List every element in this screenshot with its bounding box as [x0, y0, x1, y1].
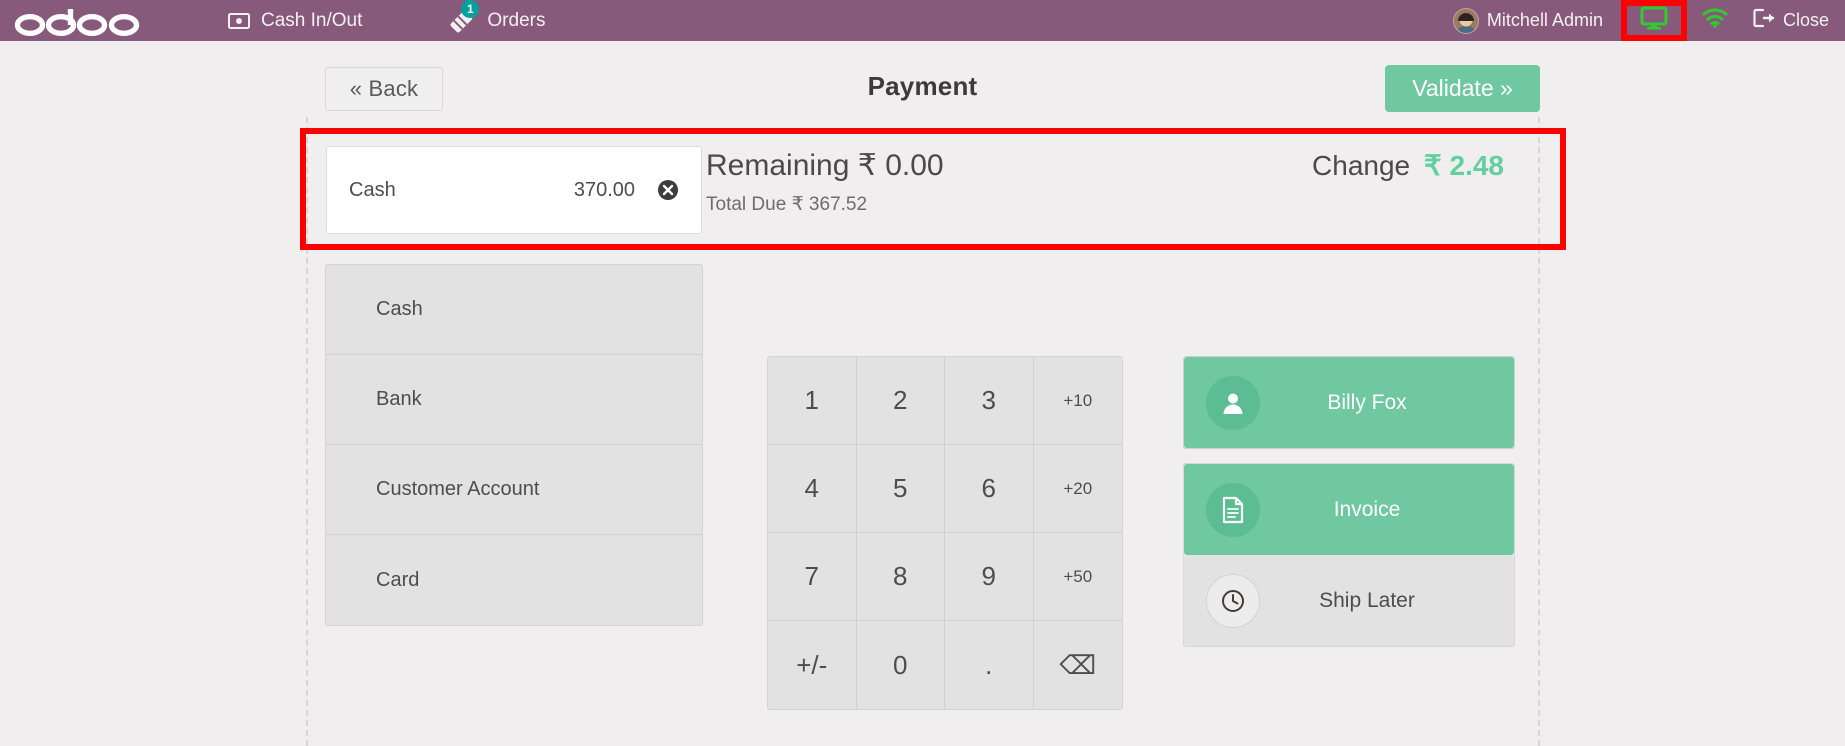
change-label: Change [1312, 150, 1411, 181]
total-due-value: ₹ 367.52 [791, 194, 868, 215]
totals-block: Remaining ₹ 0.00 Change ₹ 2.48 Total Due… [682, 134, 1538, 246]
payment-method-bank[interactable]: Bank [326, 355, 702, 445]
person-icon [1206, 375, 1260, 430]
numpad-key-2[interactable]: 2 [856, 357, 945, 445]
payment-method-customer-account[interactable]: Customer Account [326, 445, 702, 535]
display-monitor-icon [1640, 6, 1668, 35]
document-icon [1206, 482, 1260, 537]
numpad-key-0[interactable]: 0 [856, 621, 945, 709]
numpad-key-1[interactable]: 1 [768, 357, 857, 445]
invoice-label: Invoice [1333, 497, 1401, 521]
orders-count-badge: 1 [461, 0, 480, 18]
payment-lines-list: Cash 370.00 [306, 134, 702, 246]
numpad-key-backspace[interactable]: ⌫ [1033, 621, 1122, 709]
user-name-label: Mitchell Admin [1486, 10, 1603, 30]
numpad-key-6[interactable]: 6 [945, 445, 1034, 533]
numpad-key-9[interactable]: 9 [945, 533, 1034, 621]
customer-button[interactable]: Billy Fox [1184, 357, 1514, 448]
remaining-label: Remaining [706, 149, 850, 182]
validate-button[interactable]: Validate » [1385, 65, 1540, 112]
ship-later-button[interactable]: Ship Later [1184, 555, 1514, 646]
banknote-icon [228, 12, 250, 29]
numpad-key-7[interactable]: 7 [768, 533, 857, 621]
odoo-logo[interactable] [14, 0, 146, 41]
topbar-menu-items: Cash In/Out 1 Orders [228, 0, 546, 33]
remaining-amount: Remaining ₹ 0.00 [706, 148, 944, 183]
numpad-key-8[interactable]: 8 [856, 533, 945, 621]
numpad-key-plus-20[interactable]: +20 [1033, 445, 1122, 533]
close-session-button[interactable]: Close [1753, 8, 1829, 33]
numpad-key-3[interactable]: 3 [945, 357, 1034, 445]
cash-in-out-label: Cash In/Out [261, 9, 363, 31]
total-due-row: Total Due ₹ 367.52 [706, 193, 1538, 216]
topbar-right-group: Mitchell Admin Close [1452, 0, 1845, 41]
numpad-key-plus-10[interactable]: +10 [1033, 357, 1122, 445]
pos-payment-screen: Cash In/Out 1 Orders Mitchell Admin Clos… [0, 0, 1845, 746]
remove-circle-icon[interactable] [657, 179, 679, 201]
order-actions-panel: Billy Fox Invoice Ship Later [1183, 356, 1515, 647]
top-navigation-bar: Cash In/Out 1 Orders Mitchell Admin Clos… [0, 0, 1845, 41]
numpad-key-5[interactable]: 5 [856, 445, 945, 533]
customer-name-label: Billy Fox [1327, 390, 1407, 414]
payment-method-cash[interactable]: Cash [326, 265, 702, 355]
wifi-icon [1702, 8, 1728, 33]
numpad: 1 2 3 +10 4 5 6 +20 7 8 9 +50 +/- 0 . ⌫ [767, 356, 1123, 710]
total-due-label: Total Due [706, 194, 787, 215]
orders-label: Orders [487, 9, 546, 31]
payment-summary-strip: Cash 370.00 Remaining ₹ 0.00 Change ₹ 2.… [306, 134, 1538, 246]
ship-later-label: Ship Later [1319, 588, 1415, 612]
numpad-key-4[interactable]: 4 [768, 445, 857, 533]
numpad-key-plus-50[interactable]: +50 [1033, 533, 1122, 621]
payment-line-row[interactable]: Cash 370.00 [326, 146, 702, 234]
payment-method-card[interactable]: Card [326, 535, 702, 625]
close-label: Close [1782, 10, 1829, 30]
network-status-button[interactable] [1687, 0, 1743, 41]
user-menu[interactable]: Mitchell Admin [1452, 7, 1603, 34]
payment-methods-list: Cash Bank Customer Account Card [325, 264, 703, 626]
numpad-key-decimal[interactable]: . [945, 621, 1034, 709]
customer-display-button[interactable] [1620, 0, 1687, 41]
payment-line-amount: 370.00 [573, 178, 635, 201]
cash-in-out-button[interactable]: Cash In/Out [228, 10, 362, 32]
sign-out-icon [1753, 8, 1775, 33]
right-column-divider [1538, 117, 1540, 746]
invoice-button[interactable]: Invoice [1184, 464, 1514, 555]
orders-button[interactable]: 1 Orders [450, 0, 546, 33]
page-title: Payment [867, 71, 978, 101]
avatar [1452, 7, 1479, 34]
change-amount: Change ₹ 2.48 [1312, 149, 1504, 182]
remaining-value: ₹ 0.00 [857, 149, 944, 182]
change-value: ₹ 2.48 [1423, 150, 1504, 181]
clock-icon [1206, 573, 1260, 628]
payment-subheader: « Back Payment Validate » [0, 41, 1845, 117]
numpad-key-sign[interactable]: +/- [768, 621, 857, 709]
payment-line-method: Cash [349, 178, 396, 201]
